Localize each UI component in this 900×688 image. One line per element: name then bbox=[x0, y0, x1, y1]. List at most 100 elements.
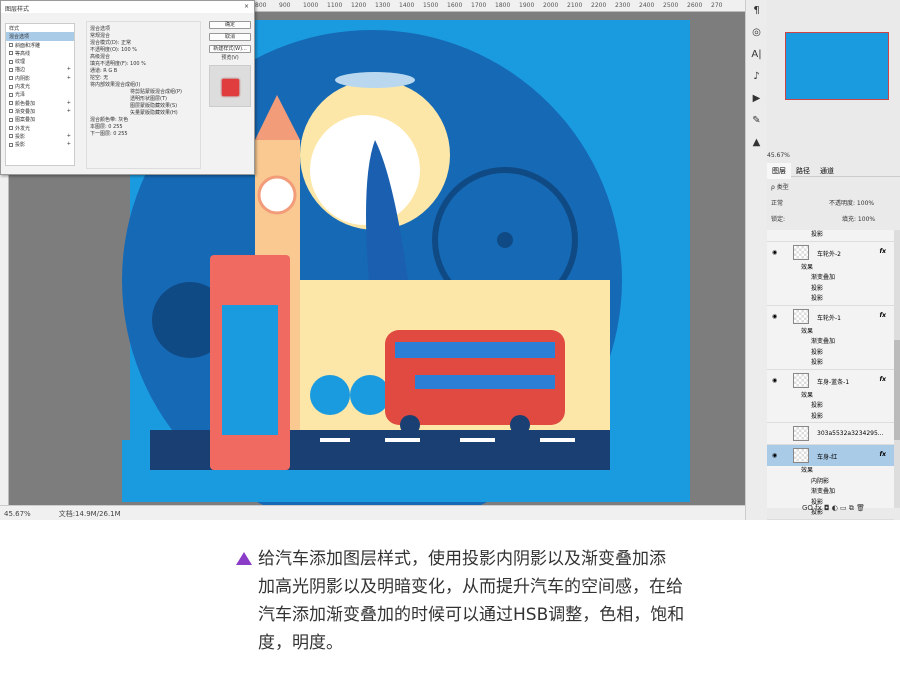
style-item-label: 描边 bbox=[15, 67, 26, 74]
panel-row: 下一图层: 0 255 bbox=[90, 131, 128, 137]
style-list-item[interactable]: 等高线 bbox=[6, 49, 74, 57]
add-icon[interactable]: + bbox=[67, 66, 71, 72]
style-list-item[interactable]: 样式 bbox=[6, 24, 74, 32]
style-item-label: 混合选项 bbox=[9, 34, 30, 41]
checkbox[interactable] bbox=[9, 101, 13, 106]
ruler-tick: 800 bbox=[255, 2, 267, 9]
style-list-item[interactable]: 光泽 bbox=[6, 90, 74, 98]
panel-tab[interactable]: 路径 bbox=[791, 163, 815, 179]
add-icon[interactable]: + bbox=[67, 133, 71, 139]
tool-icon[interactable]: ▲ bbox=[746, 132, 767, 154]
ruler-tick: 1300 bbox=[375, 2, 391, 9]
ruler-tick: 1000 bbox=[303, 2, 319, 9]
layer-row[interactable]: 303a5532a3234295... bbox=[767, 422, 894, 444]
blend-mode-select[interactable]: 正常 bbox=[771, 200, 783, 207]
tool-icon[interactable]: A| bbox=[746, 44, 767, 66]
layer-row[interactable]: ◉ 车轮外-1 fx bbox=[767, 304, 894, 327]
style-item-label: 斜面和浮雕 bbox=[15, 42, 41, 49]
layer-name: 303a5532a3234295... bbox=[817, 430, 884, 437]
style-list-item[interactable]: 图案叠加 bbox=[6, 115, 74, 123]
tool-icon[interactable]: ✎ bbox=[746, 110, 767, 132]
add-icon[interactable]: + bbox=[67, 141, 71, 147]
layer-name: 车轮外-1 bbox=[817, 314, 841, 322]
navigator-thumbnail[interactable] bbox=[785, 32, 889, 100]
panel-tab[interactable]: 通道 bbox=[815, 163, 839, 179]
blend-row: 正常 不透明度: 100% bbox=[767, 198, 900, 208]
checkbox[interactable] bbox=[9, 126, 13, 131]
caption-line: 加高光阴影以及明暗变化，从而提升汽车的空间感，在给 bbox=[258, 577, 683, 597]
ruler-tick: 2000 bbox=[543, 2, 559, 9]
eye-icon[interactable]: ◉ bbox=[772, 313, 777, 320]
style-item-label: 内发光 bbox=[15, 84, 31, 91]
effect-row: 内阴影 bbox=[811, 477, 830, 485]
panel-tabs: 图层 路径 通道 bbox=[767, 163, 900, 179]
opacity-field[interactable]: 不透明度: 100% bbox=[829, 198, 874, 207]
checkbox[interactable] bbox=[9, 51, 13, 56]
layer-row[interactable]: ◉ 车身-蓝条-1 fx bbox=[767, 368, 894, 391]
eye-icon[interactable]: ◉ bbox=[772, 249, 777, 256]
checkbox[interactable] bbox=[9, 92, 13, 97]
layers-list: 投影 ◉ 车轮外-2 fx 效果 渐变叠加 投影 投影 ◉ 车轮外-1 fx 效果 渐变叠加 投影 投影 ◉ 车… bbox=[767, 230, 894, 520]
effect-row: 渐变叠加 bbox=[811, 488, 836, 495]
panel-tab[interactable]: 图层 bbox=[767, 163, 791, 179]
style-list-item[interactable]: 内发光 bbox=[6, 82, 74, 90]
style-item-label: 图案叠加 bbox=[15, 117, 36, 124]
checkbox[interactable] bbox=[9, 134, 13, 139]
checkbox[interactable] bbox=[9, 67, 13, 72]
checkbox[interactable] bbox=[9, 109, 13, 114]
blending-options-panel: 混合选项 常规混合 混合模式(D): 正常 不透明度(O): 100 % 高级混合 填充不… bbox=[86, 21, 201, 169]
style-list-item[interactable]: 投影 + bbox=[6, 140, 74, 148]
panel-row: 高级混合 bbox=[90, 54, 111, 60]
effect-row: 效果 bbox=[801, 327, 814, 335]
style-list-item[interactable]: 投影 + bbox=[6, 132, 74, 140]
new-style-button[interactable]: 新建样式(W)... bbox=[209, 45, 251, 53]
style-list-item[interactable]: 内阴影 + bbox=[6, 74, 74, 82]
tool-icon[interactable]: ¶ bbox=[746, 0, 767, 22]
add-icon[interactable]: + bbox=[67, 75, 71, 81]
lock-label: 锁定: bbox=[771, 216, 786, 223]
panel-row: 通道: R G B bbox=[90, 68, 118, 74]
layer-name: 车身-蓝条-1 bbox=[817, 378, 850, 386]
effect-row: 投影 bbox=[811, 348, 824, 356]
layer-row[interactable]: ◉车身底色fx bbox=[767, 518, 894, 521]
checkbox[interactable] bbox=[9, 76, 13, 81]
style-list-item[interactable]: 斜面和浮雕 bbox=[6, 41, 74, 49]
close-icon[interactable]: × bbox=[244, 3, 249, 10]
style-list-item[interactable]: 描边 + bbox=[6, 65, 74, 73]
checkbox[interactable] bbox=[9, 117, 13, 122]
checkbox[interactable] bbox=[9, 59, 13, 64]
cancel-button[interactable]: 取消 bbox=[209, 33, 251, 41]
fx-icon: fx bbox=[879, 451, 886, 458]
checkbox[interactable] bbox=[9, 142, 13, 147]
add-icon[interactable]: + bbox=[67, 108, 71, 114]
checkbox[interactable] bbox=[9, 84, 13, 89]
ruler-tick: 2300 bbox=[615, 2, 631, 9]
eye-icon[interactable]: ◉ bbox=[772, 377, 777, 384]
eye-icon[interactable]: ◉ bbox=[772, 452, 777, 459]
effect-row: 渐变叠加 bbox=[811, 274, 836, 281]
add-icon[interactable]: + bbox=[67, 100, 71, 106]
layers-scrollbar[interactable] bbox=[894, 230, 900, 508]
checkbox[interactable] bbox=[9, 43, 13, 48]
ruler-tick: 1600 bbox=[447, 2, 463, 9]
style-item-label: 外发光 bbox=[15, 125, 31, 132]
style-list-item[interactable]: 混合选项 bbox=[6, 32, 74, 41]
tool-icon[interactable]: ◎ bbox=[746, 22, 767, 44]
layer-row[interactable]: ◉ 车身-红 fx bbox=[767, 444, 894, 466]
ok-button[interactable]: 确定 bbox=[209, 21, 251, 29]
layer-filter[interactable]: ρ 类型 bbox=[767, 182, 900, 192]
style-list: 样式 混合选项 斜面和浮雕 等高线 纹理 描边 + 内阴影 + 内发光 光泽 颜色叠加 + 渐变叠加 + 图案… bbox=[5, 23, 75, 166]
panel-row: 不透明度(O): 100 % bbox=[90, 47, 137, 53]
layers-footer[interactable]: GO fx ◘ ◐ ▭ ⧉ 🗑 bbox=[767, 504, 900, 518]
style-list-item[interactable]: 渐变叠加 + bbox=[6, 107, 74, 115]
preview-checkbox[interactable]: 预览(V) bbox=[209, 55, 251, 63]
layer-row[interactable]: ◉ 车轮外-2 fx bbox=[767, 240, 894, 263]
tool-icon[interactable]: ♪ bbox=[746, 66, 767, 88]
fill-field[interactable]: 填充: 100% bbox=[842, 214, 875, 223]
panel-row: 将剪贴蒙版混合成组(P) bbox=[130, 89, 182, 95]
tool-icon[interactable]: ▶ bbox=[746, 88, 767, 110]
style-list-item[interactable]: 纹理 bbox=[6, 57, 74, 65]
style-list-item[interactable]: 外发光 bbox=[6, 124, 74, 132]
navigator-zoom[interactable]: 45.67% bbox=[767, 150, 900, 162]
style-list-item[interactable]: 颜色叠加 + bbox=[6, 99, 74, 107]
